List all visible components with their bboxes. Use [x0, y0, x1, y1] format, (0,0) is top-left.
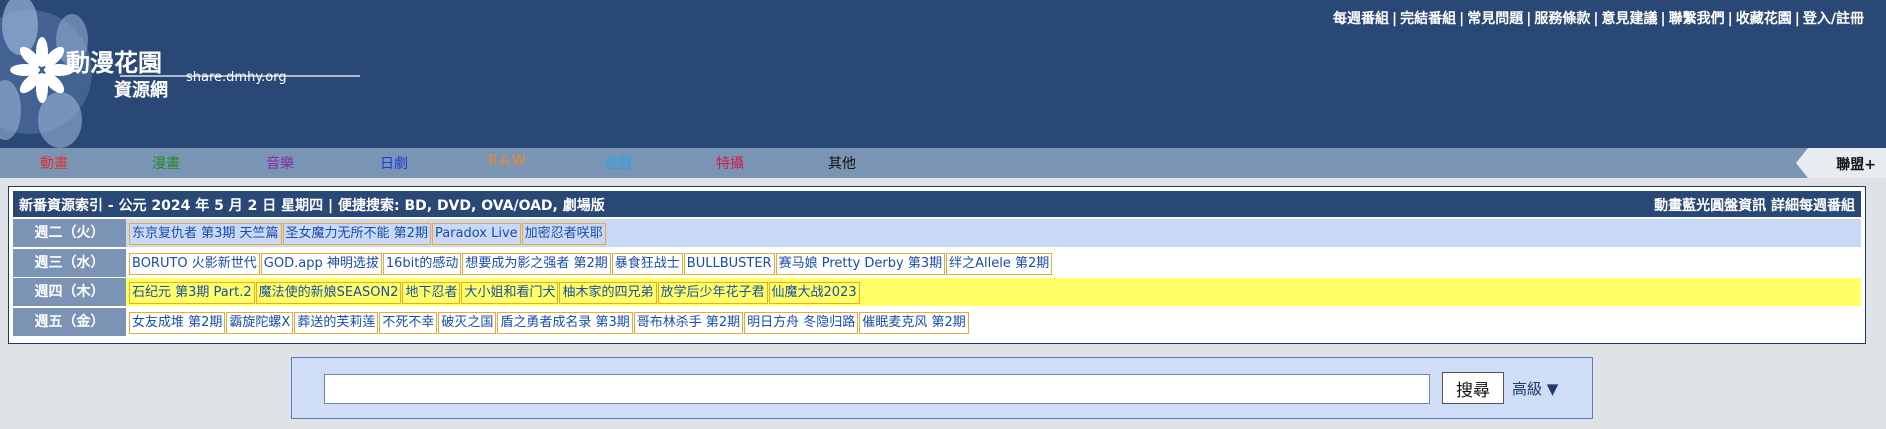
show-link[interactable]: 葬送的芙莉莲 — [294, 311, 379, 334]
show-link[interactable]: 霸旋陀螺X — [226, 311, 294, 334]
nav-item[interactable]: RAW — [488, 153, 529, 169]
top-link[interactable]: 完結番組 — [1400, 11, 1456, 27]
show-link[interactable]: 破灭之国 — [438, 311, 497, 334]
show-link[interactable]: 哥布林杀手 第2期 — [633, 311, 744, 334]
show-link[interactable]: Paradox Live — [431, 223, 521, 245]
schedule-board: 新番資源索引 - 公元 2024 年 5 月 2 日 星期四 | 便捷搜索: B… — [8, 186, 1866, 344]
site-header: 動漫花園 資源網 share.dmhy.org 每週番組 | 完結番組 | 常見問題 | 服… — [0, 0, 1886, 148]
top-link[interactable]: 意見建議 — [1602, 11, 1658, 27]
board-header: 新番資源索引 - 公元 2024 年 5 月 2 日 星期四 | 便捷搜索: B… — [13, 191, 1861, 217]
show-list: 女友成堆 第2期 霸旋陀螺X 葬送的芙莉莲 不死不幸 破灭之国 盾之勇者成名录 第3期 哥布… — [129, 311, 1861, 334]
schedule-row: 週五（金） 女友成堆 第2期 霸旋陀螺X 葬送的芙莉莲 不死不幸 破灭之国 盾之勇者成名录 … — [13, 307, 1861, 336]
show-link[interactable]: 仙魔大战2023 — [768, 282, 860, 304]
show-link[interactable]: 暴食狂战士 — [611, 252, 683, 275]
show-link[interactable]: 圣女魔力无所不能 第2期 — [282, 223, 431, 245]
nav-item[interactable]: 音樂 — [266, 153, 294, 173]
day-label: 週二（火） — [13, 219, 126, 247]
show-link[interactable]: BULLBUSTER — [683, 252, 775, 275]
link-separator: | — [1727, 11, 1733, 27]
category-nav: 動畫 漫畫 音樂 日劇 RAW 遊戲 特攝 其他 — [0, 148, 1886, 178]
top-link[interactable]: 登入/註冊 — [1803, 11, 1864, 27]
show-link[interactable]: 大小姐和看门犬 — [461, 282, 559, 304]
show-link[interactable]: 魔法使的新娘SEASON2 — [255, 282, 402, 304]
show-link[interactable]: 绊之Allele 第2期 — [946, 252, 1053, 275]
top-links: 每週番組 | 完結番組 | 常見問題 | 服務條款 | 意見建議 | 聯繫我們 | 收藏花園 | 登入/註冊 — [1333, 8, 1864, 28]
show-list: 石纪元 第3期 Part.2 魔法使的新娘SEASON2 地下忍者 大小姐和看门犬 柚木… — [129, 281, 1861, 304]
link-separator: | — [1459, 11, 1465, 27]
logo-domain: share.dmhy.org — [186, 70, 287, 85]
show-link[interactable]: 赛马娘 Pretty Derby 第3期 — [775, 252, 946, 275]
schedule-row: 週二（火） 东京复仇者 第3期 天竺篇 圣女魔力无所不能 第2期 Paradox Li… — [13, 219, 1861, 247]
day-label: 週四（木） — [13, 278, 126, 306]
show-link[interactable]: 加密忍者咲耶 — [521, 223, 606, 245]
advanced-search-toggle[interactable]: 高級 ▼ — [1512, 378, 1558, 399]
nav-item[interactable]: 遊戲 — [604, 153, 632, 173]
show-link[interactable]: 想要成为影之强者 第2期 — [462, 252, 611, 275]
top-link[interactable]: 聯繫我們 — [1669, 11, 1725, 27]
nav-item[interactable]: 動畫 — [40, 153, 68, 173]
logo-subtitle: 資源網 — [114, 79, 168, 101]
top-link[interactable]: 服務條款 — [1534, 11, 1590, 27]
show-link[interactable]: 催眠麦克风 第2期 — [859, 311, 969, 334]
nav-item[interactable]: 日劇 — [380, 153, 408, 173]
show-link[interactable]: 女友成堆 第2期 — [129, 311, 226, 334]
top-link[interactable]: 常見問題 — [1467, 11, 1523, 27]
show-link[interactable]: BORUTO 火影新世代 — [129, 252, 260, 275]
show-link[interactable]: 16bit的感动 — [382, 252, 462, 275]
nav-item[interactable]: 其他 — [828, 153, 856, 173]
site-logo[interactable]: 動漫花園 資源網 share.dmhy.org — [0, 0, 370, 148]
link-separator: | — [1794, 11, 1800, 27]
top-link[interactable]: 收藏花園 — [1736, 11, 1792, 27]
show-link[interactable]: 石纪元 第3期 Part.2 — [129, 282, 255, 304]
show-link[interactable]: 地下忍者 — [402, 282, 461, 304]
board-header-left[interactable]: 新番資源索引 - 公元 2024 年 5 月 2 日 星期四 | 便捷搜索: B… — [19, 195, 605, 215]
day-label: 週五（金） — [13, 307, 126, 336]
schedule-row: 週三（水） BORUTO 火影新世代 GOD.app 神明选拔 16bit的感动 想要成… — [13, 248, 1861, 277]
show-list: 东京复仇者 第3期 天竺篇 圣女魔力无所不能 第2期 Paradox Live 加密忍… — [129, 222, 1861, 245]
show-link[interactable]: 不死不幸 — [379, 311, 438, 334]
search-button[interactable]: 搜尋 — [1442, 372, 1504, 404]
nav-item[interactable]: 特攝 — [716, 153, 744, 173]
schedule-row: 週四（木） 石纪元 第3期 Part.2 魔法使的新娘SEASON2 地下忍者 大小姐和… — [13, 278, 1861, 306]
day-label: 週三（水） — [13, 248, 126, 277]
nav-item[interactable]: 漫畫 — [152, 153, 180, 173]
show-link[interactable]: GOD.app 神明选拔 — [260, 252, 382, 275]
link-separator: | — [1526, 11, 1532, 27]
board-header-right[interactable]: 動畫藍光圓盤資訊 詳細每週番組 — [1654, 195, 1855, 215]
search-panel: 搜尋 高級 ▼ — [291, 357, 1593, 419]
link-separator: | — [1660, 11, 1666, 27]
link-separator: | — [1392, 11, 1398, 27]
search-input[interactable] — [324, 374, 1430, 404]
partner-label: 聯盟+ — [1836, 157, 1876, 173]
show-link[interactable]: 东京复仇者 第3期 天竺篇 — [129, 223, 282, 245]
partner-tab[interactable]: 聯盟+ — [1796, 148, 1886, 178]
top-link[interactable]: 每週番組 — [1333, 11, 1389, 27]
link-separator: | — [1593, 11, 1599, 27]
show-link[interactable]: 明日方舟 冬隐归路 — [744, 311, 859, 334]
show-link[interactable]: 柚木家的四兄弟 — [559, 282, 657, 304]
show-list: BORUTO 火影新世代 GOD.app 神明选拔 16bit的感动 想要成为影之强者… — [129, 252, 1861, 275]
show-link[interactable]: 放学后少年花子君 — [657, 282, 768, 304]
logo-title: 動漫花園 — [66, 49, 162, 77]
show-link[interactable]: 盾之勇者成名录 第3期 — [497, 311, 633, 334]
